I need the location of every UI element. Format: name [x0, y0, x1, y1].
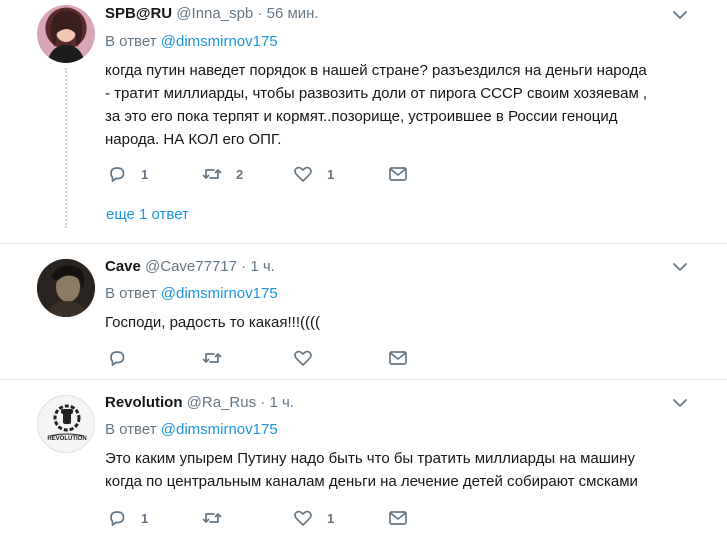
reply-context: В ответ @dimsmirnov175 [105, 284, 278, 304]
user-handle[interactable]: @Ra_Rus [187, 394, 256, 411]
separator: · [241, 258, 247, 275]
reply-to-link[interactable]: @dimsmirnov175 [161, 421, 278, 438]
timestamp[interactable]: 56 мин. [267, 5, 319, 22]
direct-message-button[interactable] [388, 347, 408, 369]
heart-icon [294, 166, 312, 182]
show-more-replies-link[interactable]: еще 1 ответ [106, 205, 189, 225]
chevron-down-icon[interactable] [671, 6, 689, 24]
reply-icon [110, 167, 125, 182]
timestamp[interactable]: 1 ч. [250, 258, 275, 275]
reply-context: В ответ @dimsmirnov175 [105, 32, 278, 52]
tweet[interactable]: Cave @Cave77717 · 1 ч. В ответ @dimsmirn… [0, 243, 727, 379]
user-handle[interactable]: @Inna_spb [176, 5, 253, 22]
tweet[interactable]: SPB@RU @Inna_spb · 56 мин. В ответ @dims… [0, 0, 727, 242]
timestamp[interactable]: 1 ч. [269, 394, 294, 411]
display-name[interactable]: SPB@RU [105, 5, 172, 22]
reply-icon [110, 351, 125, 366]
reply-button[interactable] [107, 347, 141, 369]
separator: · [257, 5, 263, 22]
tweet-header: Revolution @Ra_Rus · 1 ч. [105, 393, 294, 413]
reply-to-link[interactable]: @dimsmirnov175 [161, 33, 278, 50]
direct-message-button[interactable] [388, 163, 408, 185]
chevron-down-icon[interactable] [671, 258, 689, 276]
like-button[interactable]: 1 [293, 507, 334, 529]
tweet-text: Это каким упырем Путину надо быть что бы… [105, 450, 638, 490]
retweet-icon [202, 353, 222, 363]
heart-icon [294, 510, 312, 526]
avatar[interactable] [37, 5, 95, 63]
tweet-actions: 1 1 [107, 507, 427, 529]
retweet-button[interactable] [202, 507, 236, 529]
like-button[interactable]: 1 [293, 163, 334, 185]
reply-prefix: В ответ [105, 421, 157, 438]
thread-line [65, 68, 67, 228]
chevron-down-icon[interactable] [671, 394, 689, 412]
tweet-actions [107, 347, 427, 369]
tweet-actions: 1 2 1 [107, 163, 427, 185]
user-handle[interactable]: @Cave77717 [145, 258, 237, 275]
avatar[interactable] [37, 259, 95, 317]
like-count: 1 [327, 510, 335, 526]
separator: · [260, 394, 266, 411]
direct-message-button[interactable] [388, 507, 408, 529]
display-name[interactable]: Cave [105, 258, 141, 275]
retweet-icon [202, 513, 222, 523]
retweet-button[interactable] [202, 347, 236, 369]
tweet-text: когда путин наведет порядок в нашей стра… [105, 62, 648, 148]
envelope-icon [389, 511, 407, 525]
reply-count: 1 [141, 510, 149, 526]
reply-button[interactable]: 1 [107, 507, 148, 529]
like-button[interactable] [293, 347, 327, 369]
retweet-icon [202, 169, 222, 179]
tweet-text: Господи, радость то какая!!!(((( [105, 314, 320, 331]
envelope-icon [389, 167, 407, 181]
tweet[interactable]: REVOLUTION Revolution @Ra_Rus · 1 ч. В о… [0, 379, 727, 540]
retweet-button[interactable]: 2 [202, 163, 243, 185]
avatar-logo-text: REVOLUTION [47, 436, 86, 442]
heart-icon [294, 350, 312, 366]
reply-prefix: В ответ [105, 33, 157, 50]
reply-prefix: В ответ [105, 285, 157, 302]
reply-count: 1 [141, 166, 149, 182]
avatar[interactable]: REVOLUTION [37, 395, 95, 453]
tweet-header: SPB@RU @Inna_spb · 56 мин. [105, 4, 319, 24]
reply-button[interactable]: 1 [107, 163, 148, 185]
reply-to-link[interactable]: @dimsmirnov175 [161, 285, 278, 302]
display-name[interactable]: Revolution [105, 394, 183, 411]
reply-icon [110, 511, 125, 526]
like-count: 1 [327, 166, 335, 182]
envelope-icon [389, 351, 407, 365]
tweet-header: Cave @Cave77717 · 1 ч. [105, 257, 275, 277]
retweet-count: 2 [236, 166, 244, 182]
reply-context: В ответ @dimsmirnov175 [105, 420, 278, 440]
